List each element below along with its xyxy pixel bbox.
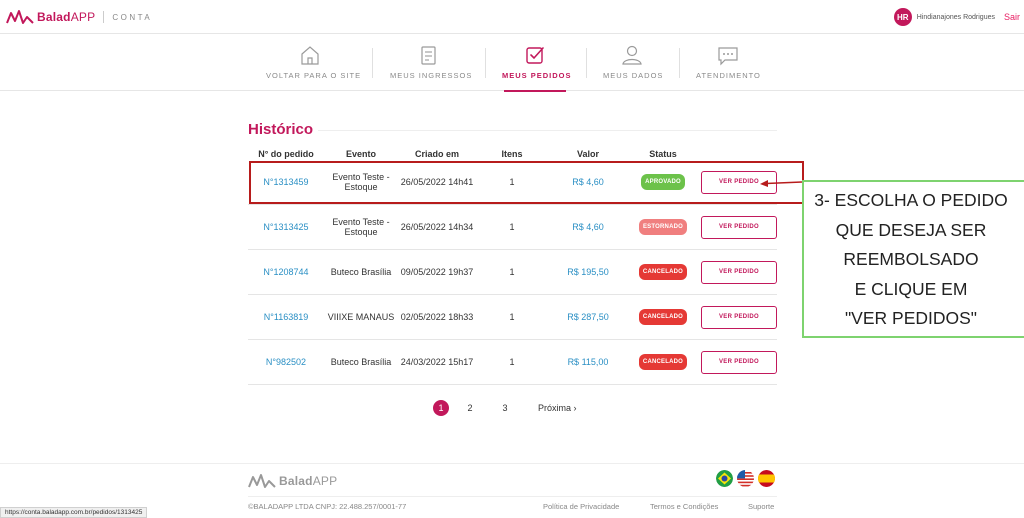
- column-header-value: Valor: [576, 149, 599, 159]
- spain-flag-icon[interactable]: [758, 470, 775, 487]
- annotation-arrow-icon: [760, 180, 803, 187]
- event-name: Buteco Brasília: [330, 357, 392, 367]
- column-header-status: Status: [649, 149, 677, 159]
- item-count: 1: [509, 312, 515, 322]
- privacy-policy-link[interactable]: Política de Privacidade: [543, 502, 619, 511]
- nav-label: VOLTAR PARA O SITE: [266, 71, 362, 80]
- home-icon: [301, 46, 319, 65]
- order-value: R$ 287,50: [567, 312, 609, 322]
- nav-my-orders[interactable]: MEUS PEDIDOS: [502, 44, 572, 92]
- order-value: R$ 115,00: [567, 357, 609, 367]
- chat-icon: [718, 47, 738, 66]
- event-name: Evento Teste - Estoque: [332, 217, 390, 237]
- terms-link[interactable]: Termos e Condições: [650, 502, 718, 511]
- nav-divider: [679, 48, 680, 78]
- annotation-text: 3- ESCOLHA O PEDIDO QUE DESEJA SER REEMB…: [814, 190, 1008, 328]
- status-badge: ESTORNADO: [638, 219, 688, 235]
- nav-divider: [485, 48, 486, 78]
- view-order-button[interactable]: VER PEDIDO: [701, 305, 777, 329]
- nav-support[interactable]: ATENDIMENTO: [696, 44, 760, 88]
- footer-brand-name: BaladAPP: [279, 474, 338, 488]
- nav-my-data[interactable]: MEUS DADOS: [603, 44, 664, 88]
- brand-logo[interactable]: BaladAPP CONTA: [6, 9, 152, 25]
- nav-label: MEUS DADOS: [603, 71, 664, 80]
- status-badge: CANCELADO: [638, 354, 688, 370]
- item-count: 1: [509, 267, 515, 277]
- pagination: 1 2 3 Próxima ›: [0, 398, 1024, 418]
- column-header-items: Itens: [501, 149, 523, 159]
- order-number[interactable]: N°982502: [248, 340, 324, 384]
- user-name: Hindianajones Rodrigues: [916, 13, 995, 21]
- event-name: Buteco Brasília: [330, 267, 392, 277]
- table-row: N°1163819 VIIIXE MANAUS 02/05/2022 18h33…: [248, 295, 777, 340]
- order-number[interactable]: N°1313425: [248, 205, 324, 249]
- nav-label: MEUS INGRESSOS: [390, 71, 473, 80]
- status-badge: CANCELADO: [638, 309, 688, 325]
- support-link[interactable]: Suporte: [748, 502, 774, 511]
- nav-back-to-site[interactable]: VOLTAR PARA O SITE: [266, 44, 362, 88]
- nav-label: MEUS PEDIDOS: [502, 71, 572, 80]
- logout-link[interactable]: Sair: [1004, 12, 1020, 22]
- nav-divider: [586, 48, 587, 78]
- event-name: VIIIXE MANAUS: [327, 312, 395, 322]
- language-selector: [712, 470, 775, 487]
- table-row: N°1313425 Evento Teste - Estoque 26/05/20…: [248, 205, 777, 250]
- page-1-button[interactable]: 1: [433, 400, 449, 416]
- brand-suffix: CONTA: [112, 12, 153, 22]
- user-menu: HR Hindianajones Rodrigues Sair: [893, 8, 1020, 26]
- user-icon: [622, 45, 642, 65]
- view-order-button[interactable]: VER PEDIDO: [701, 260, 777, 284]
- view-order-button[interactable]: VER PEDIDO: [701, 350, 777, 374]
- order-value: R$ 195,50: [567, 267, 609, 277]
- page-3-button[interactable]: 3: [497, 400, 513, 416]
- checkbox-icon: [526, 47, 544, 64]
- table-row: N°982502 Buteco Brasília 24/03/2022 15h1…: [248, 340, 777, 385]
- column-header-created: Criado em: [414, 149, 459, 159]
- status-badge: CANCELADO: [638, 264, 688, 280]
- column-header-event: Evento: [345, 149, 376, 159]
- created-date: 24/03/2022 15h17: [400, 357, 474, 367]
- footer-divider: [248, 496, 777, 497]
- title-divider: [318, 130, 777, 131]
- created-date: 09/05/2022 19h37: [400, 267, 474, 277]
- page-title: Histórico: [248, 121, 314, 138]
- footer-logo: BaladAPP: [248, 473, 337, 489]
- usa-flag-icon[interactable]: [737, 470, 754, 487]
- avatar[interactable]: HR: [893, 8, 912, 26]
- order-number[interactable]: N°1163819: [248, 295, 324, 339]
- item-count: 1: [509, 357, 515, 367]
- highlight-box: [249, 161, 804, 204]
- nav-label: ATENDIMENTO: [696, 71, 761, 80]
- created-date: 26/05/2022 14h34: [400, 222, 474, 232]
- status-bar-url: https://conta.baladapp.com.br/pedidos/13…: [0, 507, 148, 518]
- page-2-button[interactable]: 2: [462, 400, 478, 416]
- brand-name: BaladAPP: [37, 10, 96, 24]
- next-page-link[interactable]: Próxima ›: [538, 403, 577, 413]
- column-header-order: N° do pedido: [258, 149, 314, 159]
- footer-divider: [0, 463, 1024, 464]
- baladapp-logo-icon: [248, 474, 276, 488]
- nav-divider: [372, 48, 373, 78]
- brazil-flag-icon[interactable]: [716, 470, 733, 487]
- nav-my-tickets[interactable]: MEUS INGRESSOS: [390, 44, 473, 88]
- brand-divider: [103, 11, 105, 23]
- ticket-icon: [421, 46, 436, 65]
- copyright-text: ©BALADAPP LTDA CNPJ: 22.488.257/0001-77: [248, 502, 407, 511]
- view-order-button[interactable]: VER PEDIDO: [701, 215, 777, 239]
- account-nav: VOLTAR PARA O SITE MEUS INGRESSOS MEUS P…: [0, 34, 1024, 92]
- order-value: R$ 4,60: [572, 222, 604, 232]
- order-number[interactable]: N°1208744: [248, 250, 324, 294]
- table-row: N°1208744 Buteco Brasília 09/05/2022 19h…: [248, 250, 777, 295]
- created-date: 02/05/2022 18h33: [400, 312, 474, 322]
- baladapp-logo-icon: [6, 10, 34, 24]
- item-count: 1: [509, 222, 515, 232]
- top-header: BaladAPP CONTA HR Hindianajones Rodrigue…: [0, 0, 1024, 34]
